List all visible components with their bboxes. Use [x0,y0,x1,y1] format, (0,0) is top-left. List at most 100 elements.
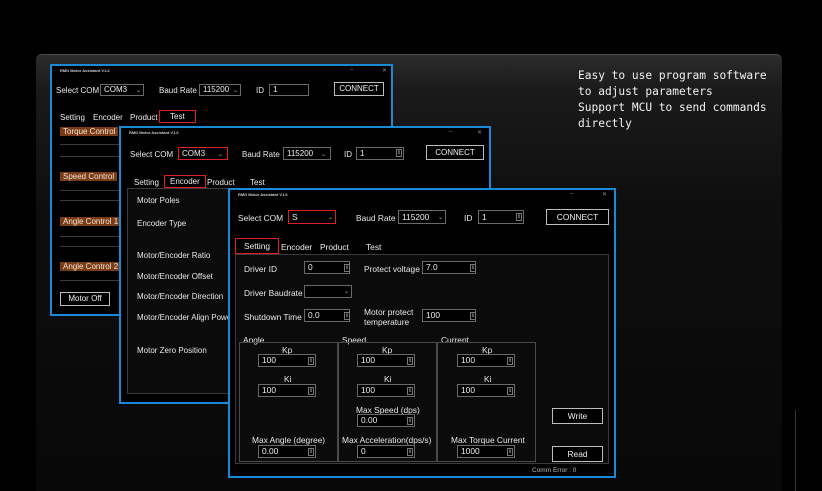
tab-product[interactable]: Product [320,242,349,252]
id-label: ID [464,213,473,223]
close-icon[interactable]: ✕ [382,67,387,74]
divider [60,236,122,237]
chevron-down-icon[interactable]: ⌄ [218,151,223,158]
current-ki-label: Ki [484,374,492,384]
angle-control-2-label: Angle Control 2 [60,262,122,271]
divider [60,200,122,201]
tab-test[interactable]: Test [250,178,265,187]
speed-ki-stepper[interactable]: ⇕ [407,387,413,395]
torque-control-label: Torque Control [60,127,119,136]
tab-encoder[interactable]: Encoder [281,242,312,252]
protect-voltage-stepper[interactable]: ⇕ [470,264,476,272]
tab-product[interactable]: Product [207,178,235,187]
max-acceleration-label: Max Acceleration(dps/s) [342,435,432,445]
chevron-down-icon[interactable]: ⌄ [233,87,238,94]
chevron-down-icon[interactable]: ⌄ [136,87,141,94]
id-stepper[interactable]: ⇕ [396,149,402,157]
close-icon[interactable]: ✕ [602,191,607,198]
promo-text: Easy to use program software to adjust p… [578,68,778,132]
divider [60,280,122,281]
shutdown-time-label: Shutdown Time [244,312,302,322]
motor-encoder-align-label: Motor/Encoder Align Powe [137,313,232,322]
tab-product[interactable]: Product [130,113,158,122]
baud-rate-label: Baud Rate [159,86,197,95]
max-speed-stepper[interactable]: ⇕ [407,417,413,425]
angle-ki-label: Ki [284,374,292,384]
chevron-down-icon[interactable]: ⌄ [438,214,443,221]
chevron-down-icon[interactable]: ⌄ [328,214,333,221]
current-ki-stepper[interactable]: ⇕ [507,387,513,395]
tab-test[interactable]: Test [366,242,381,252]
motor-protect-label: Motor protect [364,307,414,317]
titlebar: RMD Motor Assistant V1.6 – ✕ [52,66,391,78]
close-icon[interactable]: ✕ [477,129,482,136]
id-label: ID [344,150,352,159]
comm-error-status: Comm Error : 0 [532,467,577,474]
tab-encoder[interactable]: Encoder [93,113,123,122]
chevron-down-icon[interactable]: ⌄ [344,288,349,295]
tab-test[interactable]: Test [159,110,196,123]
tab-setting[interactable]: Setting [60,113,85,122]
connect-button[interactable]: CONNECT [334,82,384,96]
connect-button[interactable]: CONNECT [426,145,484,160]
motor-off-button[interactable]: Motor Off [60,292,110,306]
angle-kp-stepper[interactable]: ⇕ [308,357,314,365]
divider [60,190,122,191]
protect-voltage-field[interactable]: 7.0 [422,261,476,274]
promo-line-2: to adjust parameters [578,85,713,98]
read-button[interactable]: Read [552,446,603,462]
promo-line-1: Easy to use program software [578,69,767,82]
id-label: ID [256,86,264,95]
minimize-icon[interactable]: – [449,129,452,135]
motor-encoder-direction-label: Motor/Encoder Direction [137,292,224,301]
driver-baudrate-label: Driver Baudrate [244,288,303,298]
select-com-label: Select COM [238,213,284,223]
baud-rate-label: Baud Rate [356,213,396,223]
titlebar: RMD Motor Assistant V1.6 – ✕ [230,190,614,202]
max-angle-label: Max Angle (degree) [252,435,326,445]
encoder-type-label: Encoder Type [137,219,187,228]
select-com-label: Select COM [56,86,100,95]
minimize-icon[interactable]: – [350,67,353,73]
window-title: RMD Motor Assistant V1.6 [238,192,288,197]
promo-line-4: directly [578,117,632,130]
temperature-label: temperature [364,317,410,327]
max-acceleration-stepper[interactable]: ⇕ [407,448,413,456]
divider [60,246,122,247]
minimize-icon[interactable]: – [570,191,573,197]
driver-id-stepper[interactable]: ⇕ [344,264,350,272]
motor-encoder-offset-label: Motor/Encoder Offset [137,272,213,281]
chevron-down-icon[interactable]: ⌄ [321,151,326,158]
tab-encoder[interactable]: Encoder [164,175,206,188]
max-torque-current-stepper[interactable]: ⇕ [507,448,513,456]
window-title: RMD Motor Assistant V1.6 [129,130,179,135]
motor-protect-temp-field[interactable]: 100 [422,309,476,322]
id-field[interactable]: 1 [269,84,309,96]
motor-protect-temp-stepper[interactable]: ⇕ [470,312,476,320]
current-kp-stepper[interactable]: ⇕ [507,357,513,365]
window-front: RMD Motor Assistant V1.6 – ✕ Select COM … [228,188,616,478]
angle-control-1-label: Angle Control 1 [60,217,122,226]
promo-line-3: Support MCU to send commands [578,101,767,114]
id-stepper[interactable]: ⇕ [516,213,522,221]
motor-poles-label: Motor Poles [137,196,180,205]
select-com-label: Select COM [130,150,174,159]
backdrop-edge [795,410,796,491]
speed-ki-label: Ki [384,374,392,384]
shutdown-time-stepper[interactable]: ⇕ [344,312,350,320]
divider [60,144,122,145]
speed-kp-stepper[interactable]: ⇕ [407,357,413,365]
motor-zero-position-label: Motor Zero Position [137,346,207,355]
write-button[interactable]: Write [552,408,603,424]
connect-button[interactable]: CONNECT [546,209,609,225]
max-angle-stepper[interactable]: ⇕ [308,448,314,456]
baud-rate-label: Baud Rate [242,150,280,159]
speed-control-label: Speed Control [60,172,118,181]
max-torque-current-label: Max Torque Current [451,435,525,445]
tab-setting[interactable]: Setting [235,238,280,254]
angle-ki-stepper[interactable]: ⇕ [308,387,314,395]
tab-setting[interactable]: Setting [134,178,159,187]
motor-encoder-ratio-label: Motor/Encoder Ratio [137,251,211,260]
divider [60,156,122,157]
window-title: RMD Motor Assistant V1.6 [60,68,110,73]
